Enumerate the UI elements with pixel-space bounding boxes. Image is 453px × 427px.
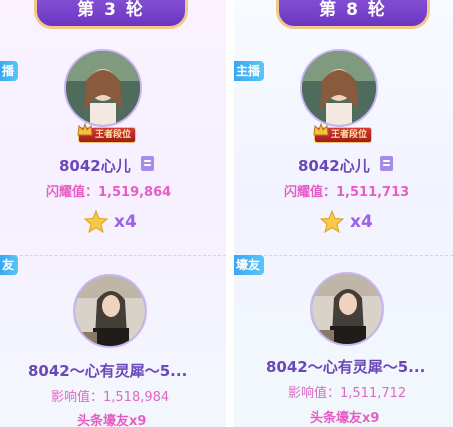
host-photo xyxy=(302,51,376,125)
friend-caption: 头条壕友x9 xyxy=(310,411,380,426)
host-avatar[interactable] xyxy=(300,49,378,127)
rank-badge-label: 王者段位 xyxy=(331,130,368,140)
rich-friend-tag: 壕友 xyxy=(234,255,265,275)
friend-avatar[interactable] xyxy=(310,272,384,346)
rank-badge: 王者段位 xyxy=(313,123,373,143)
host-name[interactable]: 8042心儿 xyxy=(59,155,131,176)
influence-value: 影响值：1,511,712 xyxy=(288,386,407,401)
star-multiplier: x4 xyxy=(350,211,373,232)
round-banner: 第 8 轮 xyxy=(276,0,430,29)
profile-card-icon[interactable] xyxy=(141,156,154,171)
friend-name[interactable]: 8042～心有灵犀～5... xyxy=(28,360,187,381)
star-count: x4 xyxy=(320,210,373,233)
rank-badge: 王者段位 xyxy=(77,123,137,143)
host-tag: 播 xyxy=(0,61,19,81)
star-icon xyxy=(320,210,344,233)
round-column-left: 第 3 轮 播 王者段位 8042心儿 闪耀值：1,519,864 x4 友 8… xyxy=(0,0,226,427)
friend-photo xyxy=(75,276,145,346)
shine-value: 闪耀值：1,519,864 xyxy=(46,185,172,200)
crown-icon xyxy=(77,123,93,136)
influence-value: 影响值：1,518,984 xyxy=(51,390,170,405)
profile-card-icon[interactable] xyxy=(380,156,393,171)
section-divider xyxy=(234,255,453,256)
host-avatar[interactable] xyxy=(64,49,142,127)
host-name[interactable]: 8042心儿 xyxy=(298,155,370,176)
rank-badge-label: 王者段位 xyxy=(95,130,132,140)
rich-friend-tag: 友 xyxy=(0,255,19,275)
round-column-right: 第 8 轮 主播 王者段位 8042心儿 闪耀值：1,511,713 x4 壕友 xyxy=(234,0,453,427)
star-multiplier: x4 xyxy=(114,211,137,232)
shine-value: 闪耀值：1,511,713 xyxy=(284,185,410,200)
star-count: x4 xyxy=(84,210,137,233)
host-tag: 主播 xyxy=(234,61,265,81)
column-divider xyxy=(226,0,234,427)
friend-avatar[interactable] xyxy=(73,274,147,348)
section-divider xyxy=(0,255,226,256)
host-photo xyxy=(66,51,140,125)
friend-caption: 头条壕友x9 xyxy=(77,414,147,427)
friend-photo xyxy=(312,274,382,344)
star-icon xyxy=(84,210,108,233)
crown-icon xyxy=(313,123,329,136)
round-banner: 第 3 轮 xyxy=(34,0,188,29)
friend-name[interactable]: 8042～心有灵犀～5... xyxy=(266,356,425,377)
